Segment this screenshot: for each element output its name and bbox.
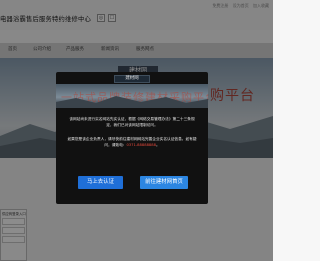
verification-dialog: 建材网 一站式品牌装修建材采购平台 该网站尚未进行实名网站先实认证，根据《网络交…: [56, 72, 208, 204]
verify-now-button[interactable]: 马上去认证: [78, 176, 123, 189]
contact-phone: 0371-88888888: [126, 143, 156, 148]
dialog-logo: 建材网: [114, 75, 150, 83]
dialog-banner: 一站式品牌装修建材采购平台: [56, 84, 208, 108]
contact-paragraph-end: 。: [155, 143, 160, 148]
dialog-mountain-graphic: [56, 96, 208, 108]
notice-paragraph: 该网站尚未进行实名网站先实认证，根据《网络交易管理办法》第二十三条规定，我们已对…: [69, 117, 195, 128]
go-homepage-button[interactable]: 前往建材网首页: [140, 176, 188, 189]
contact-paragraph: 如果您是该企业负责人，请尽快前往建材网网站完善企业实名认证信息。如有疑问，请致电…: [66, 136, 198, 149]
